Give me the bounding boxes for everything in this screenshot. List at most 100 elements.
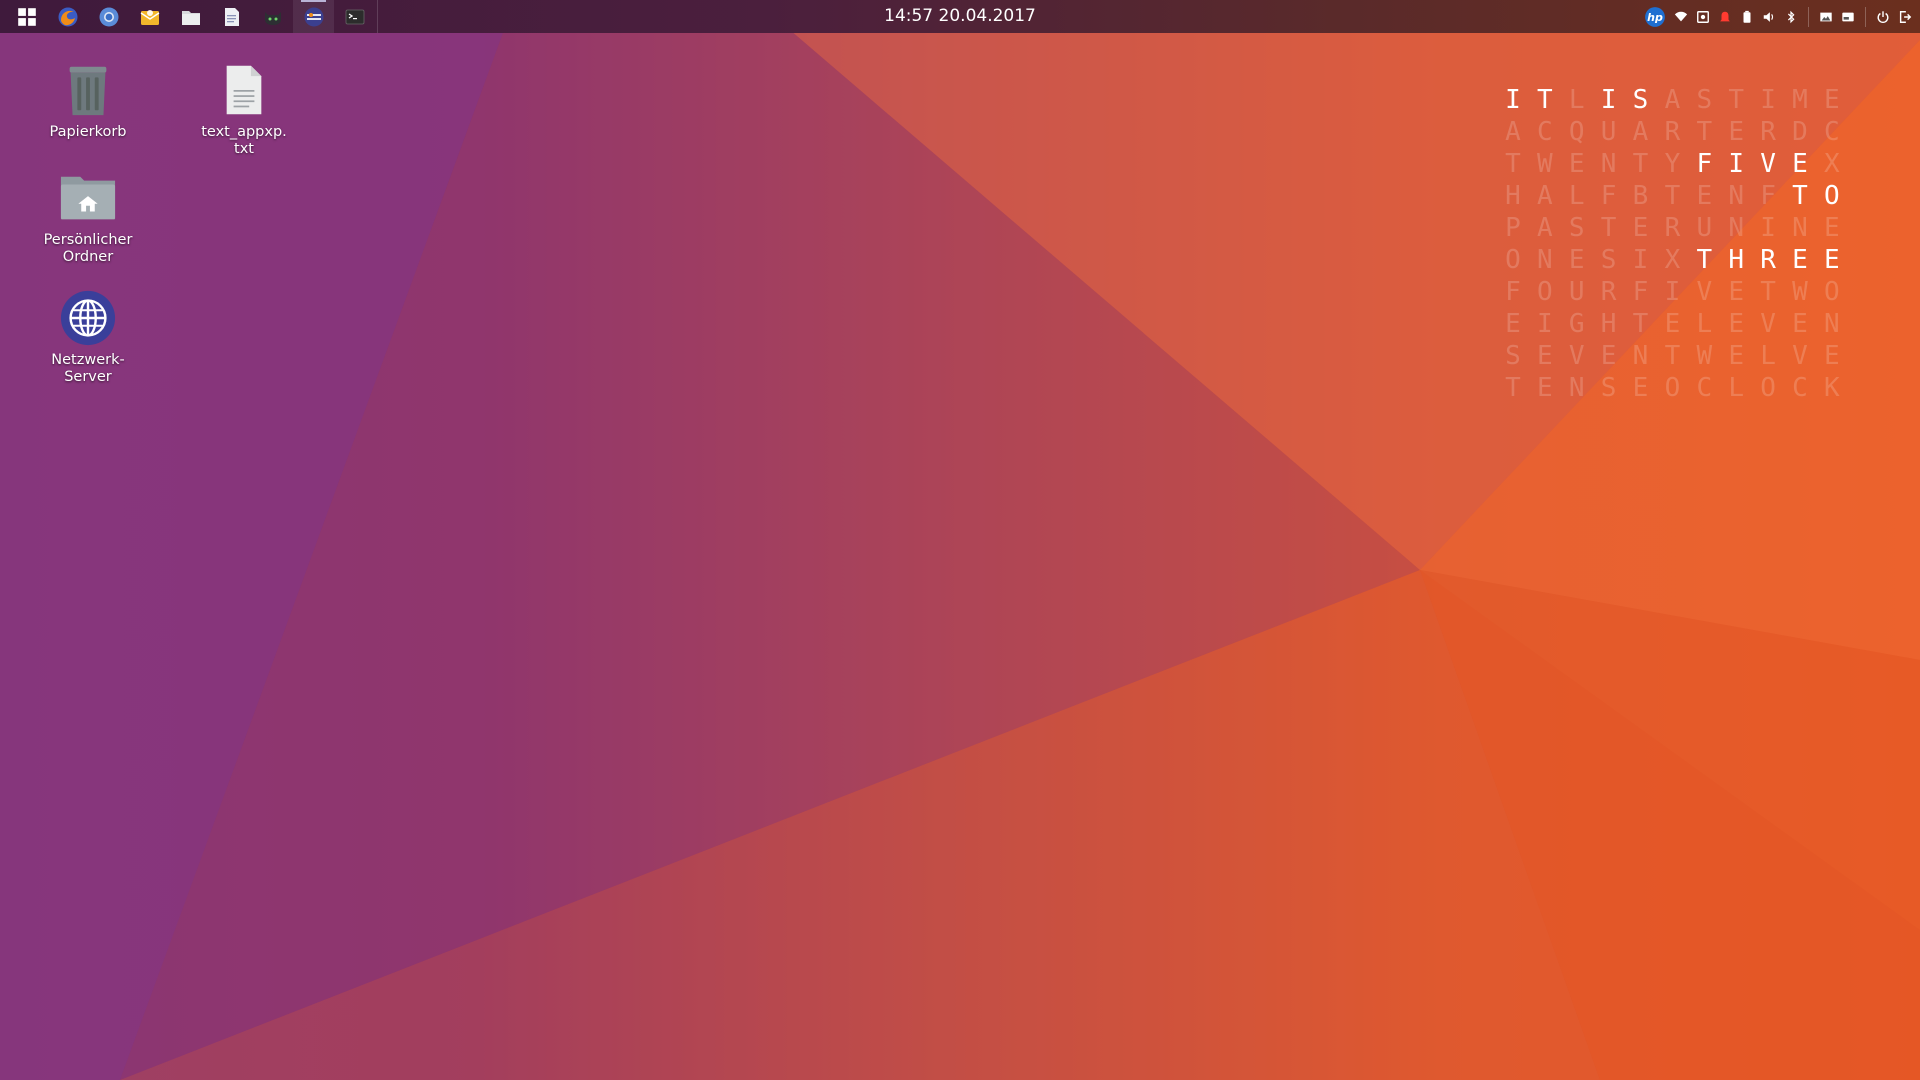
tray-logout[interactable] bbox=[1898, 0, 1912, 33]
tray-photo[interactable] bbox=[1819, 0, 1833, 33]
word-clock-letter: F bbox=[1632, 277, 1649, 307]
word-clock-letter: E bbox=[1632, 373, 1649, 403]
word-clock-letter: P bbox=[1505, 213, 1521, 243]
word-clock-letter: E bbox=[1537, 373, 1553, 403]
word-clock-letter: N bbox=[1728, 213, 1744, 243]
github-cat-icon bbox=[264, 11, 281, 25]
word-clock-letter: N bbox=[1600, 149, 1617, 179]
word-clock-letter: Q bbox=[1568, 117, 1585, 147]
bluetooth-icon bbox=[1787, 10, 1795, 23]
desktop-icon-text-file[interactable]: text_appxp. txt bbox=[184, 60, 304, 158]
desktop-icon-home-folder[interactable]: Persönlicher Ordner bbox=[28, 168, 148, 266]
word-clock-letter: C bbox=[1537, 117, 1553, 147]
clock-time[interactable]: 14:57 bbox=[884, 6, 933, 26]
word-clock-letter: E bbox=[1696, 181, 1713, 211]
word-clock-letter: G bbox=[1568, 309, 1585, 339]
tray-volume[interactable] bbox=[1762, 0, 1776, 33]
tray-bluetooth[interactable] bbox=[1784, 0, 1798, 33]
word-clock-letter: L bbox=[1568, 85, 1585, 115]
word-clock-letter: X bbox=[1824, 149, 1840, 179]
word-clock-letter: E bbox=[1824, 85, 1840, 115]
battery-icon bbox=[1743, 10, 1751, 23]
word-clock-letter: R bbox=[1760, 117, 1776, 147]
word-clock-letter: S bbox=[1505, 341, 1521, 371]
tray-notification[interactable] bbox=[1718, 0, 1732, 33]
firefox-icon bbox=[58, 7, 77, 26]
launcher-terminal[interactable] bbox=[334, 0, 375, 33]
word-clock-letter: E bbox=[1632, 213, 1649, 243]
word-clock-letter: E bbox=[1568, 149, 1585, 179]
launcher-separator bbox=[377, 0, 378, 33]
word-clock-letter-lit: T bbox=[1537, 85, 1553, 115]
launcher-chromium[interactable] bbox=[88, 0, 129, 33]
settings-sliders-icon bbox=[304, 7, 323, 26]
launcher-bar bbox=[6, 0, 378, 33]
power-icon bbox=[1877, 10, 1889, 23]
top-panel: 14:57 20.04.2017 hp bbox=[0, 0, 1920, 33]
word-clock-letter: E bbox=[1728, 117, 1744, 147]
word-clock-letter: U bbox=[1696, 213, 1713, 243]
word-clock-letter: W bbox=[1696, 341, 1713, 371]
launcher-apps[interactable] bbox=[6, 0, 47, 33]
word-clock-letter: O bbox=[1537, 277, 1553, 307]
desktop-icon-label: Netzwerk- Server bbox=[51, 352, 125, 385]
volume-icon bbox=[1763, 11, 1774, 22]
word-clock-letter: V bbox=[1760, 309, 1776, 339]
word-clock-letter: N bbox=[1537, 245, 1553, 275]
word-clock-letter: S bbox=[1600, 245, 1617, 275]
tray-battery[interactable] bbox=[1740, 0, 1754, 33]
desktop[interactable]: 14:57 20.04.2017 hp Papierkorb text_appx… bbox=[0, 0, 1920, 1080]
word-clock-letter: F bbox=[1505, 277, 1521, 307]
word-clock-row: EIGHTELEVEN bbox=[1497, 308, 1848, 340]
word-clock-letter: E bbox=[1792, 309, 1808, 339]
tray-hp[interactable]: hp bbox=[1644, 0, 1666, 33]
word-clock-letter: S bbox=[1600, 373, 1617, 403]
word-clock-letter: E bbox=[1600, 341, 1617, 371]
word-clock-letter-lit: F bbox=[1696, 149, 1713, 179]
tray-wifi[interactable] bbox=[1674, 0, 1688, 33]
desktop-icon-network[interactable]: Netzwerk- Server bbox=[28, 288, 148, 386]
word-clock-letter-lit: T bbox=[1696, 245, 1713, 275]
tray-keyboard[interactable] bbox=[1841, 0, 1855, 33]
word-clock-letter: N bbox=[1728, 181, 1744, 211]
launcher-mail[interactable] bbox=[129, 0, 170, 33]
desktop-icon-label: Papierkorb bbox=[49, 124, 127, 140]
word-clock-letter: V bbox=[1696, 277, 1713, 307]
word-clock-letter: W bbox=[1537, 149, 1553, 179]
word-clock-row: SEVENTWELVE bbox=[1497, 340, 1848, 372]
desktop-icon-trash[interactable]: Papierkorb bbox=[28, 60, 148, 141]
word-clock-letter: I bbox=[1760, 85, 1776, 115]
word-clock-letter: B bbox=[1632, 181, 1649, 211]
word-clock-letter: E bbox=[1568, 245, 1585, 275]
word-clock-letter: S bbox=[1568, 213, 1585, 243]
word-clock-row: HALFBTENFTO bbox=[1497, 180, 1848, 212]
launcher-settings[interactable] bbox=[293, 0, 334, 33]
word-clock-letter-lit: V bbox=[1760, 149, 1776, 179]
tray-screenshot[interactable] bbox=[1696, 0, 1710, 33]
tray-separator bbox=[1808, 6, 1809, 27]
launcher-firefox[interactable] bbox=[47, 0, 88, 33]
word-clock-letter: E bbox=[1664, 309, 1681, 339]
word-clock-letter: F bbox=[1600, 181, 1617, 211]
word-clock-letter: O bbox=[1505, 245, 1521, 275]
terminal-icon bbox=[345, 9, 364, 24]
launcher-github[interactable] bbox=[252, 0, 293, 33]
tray-power[interactable] bbox=[1876, 0, 1890, 33]
home-folder-icon bbox=[60, 176, 116, 220]
word-clock-letter: E bbox=[1728, 309, 1744, 339]
word-clock-letter: T bbox=[1664, 181, 1681, 211]
clock-date[interactable]: 20.04.2017 bbox=[939, 6, 1036, 26]
word-clock-letter: T bbox=[1600, 213, 1617, 243]
word-clock-letter: X bbox=[1664, 245, 1681, 275]
word-clock-letter: A bbox=[1664, 85, 1681, 115]
chromium-icon bbox=[99, 7, 118, 26]
launcher-text-editor[interactable] bbox=[211, 0, 252, 33]
word-clock-letter: L bbox=[1728, 373, 1744, 403]
word-clock-letter-lit: S bbox=[1632, 85, 1649, 115]
word-clock-letter: T bbox=[1664, 341, 1681, 371]
launcher-files[interactable] bbox=[170, 0, 211, 33]
word-clock-letter: S bbox=[1696, 85, 1713, 115]
word-clock-letter: E bbox=[1728, 277, 1744, 307]
word-clock-letter: C bbox=[1824, 117, 1840, 147]
word-clock-letter: E bbox=[1824, 213, 1840, 243]
